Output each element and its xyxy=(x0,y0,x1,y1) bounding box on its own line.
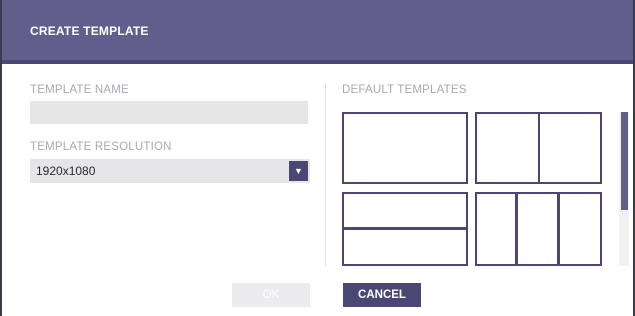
template-divider xyxy=(515,194,518,264)
create-template-dialog: CREATE TEMPLATE TEMPLATE NAME TEMPLATE R… xyxy=(0,0,635,316)
template-two-columns[interactable] xyxy=(475,112,602,184)
dialog-header: CREATE TEMPLATE xyxy=(2,0,633,64)
dialog-title: CREATE TEMPLATE xyxy=(30,24,149,38)
caret-down-icon[interactable]: ▼ xyxy=(289,161,308,181)
resolution-select[interactable]: 1920x1080 ▼ xyxy=(30,159,310,183)
cancel-button[interactable]: CANCEL xyxy=(343,283,421,307)
column-divider xyxy=(325,84,326,266)
ok-button[interactable]: OK xyxy=(232,283,310,307)
template-single-pane[interactable] xyxy=(342,112,468,184)
template-name-input[interactable] xyxy=(30,101,308,124)
template-divider xyxy=(538,114,540,182)
template-two-rows[interactable] xyxy=(342,192,468,266)
template-name-label: TEMPLATE NAME xyxy=(30,84,129,96)
template-resolution-label: TEMPLATE RESOLUTION xyxy=(30,141,172,153)
default-templates-label: DEFAULT TEMPLATES xyxy=(342,84,467,96)
template-three-columns[interactable] xyxy=(475,192,602,266)
template-divider xyxy=(344,227,466,230)
templates-scrollbar-thumb[interactable] xyxy=(621,112,628,210)
template-divider xyxy=(557,194,560,264)
resolution-select-value: 1920x1080 xyxy=(36,164,96,178)
